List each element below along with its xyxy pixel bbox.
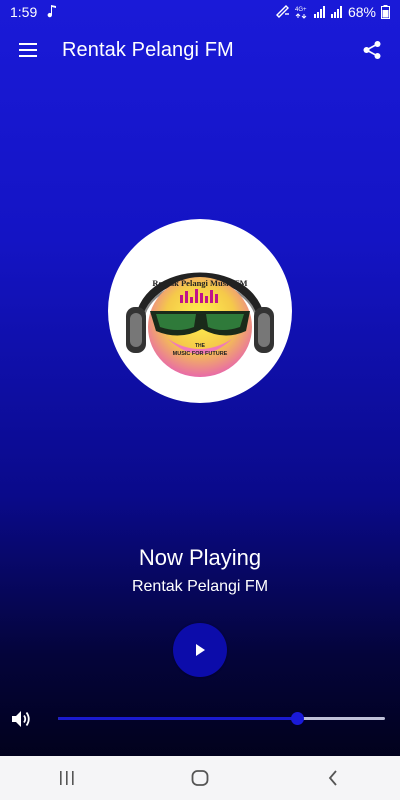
app-bar: Rentak Pelangi FM bbox=[0, 24, 400, 76]
4g-icon: 4G+ bbox=[295, 5, 309, 19]
play-button[interactable] bbox=[173, 623, 227, 677]
wifi-calling-icon bbox=[275, 5, 290, 19]
back-icon[interactable] bbox=[313, 758, 353, 798]
volume-slider-thumb[interactable] bbox=[290, 712, 304, 725]
signal-icon bbox=[330, 6, 343, 18]
volume-control bbox=[0, 704, 400, 734]
system-nav-bar bbox=[0, 756, 400, 800]
app-title: Rentak Pelangi FM bbox=[62, 38, 234, 61]
logo-tagline-1: THE bbox=[195, 343, 206, 349]
volume-icon[interactable] bbox=[10, 708, 34, 730]
network-label: 4G+ bbox=[295, 7, 307, 13]
status-time: 1:59 bbox=[10, 4, 38, 20]
music-note-icon bbox=[47, 4, 57, 21]
home-icon[interactable] bbox=[180, 758, 220, 798]
recent-apps-icon[interactable] bbox=[47, 758, 87, 798]
battery-percent: 68% bbox=[347, 4, 376, 20]
volume-slider-fill bbox=[58, 717, 297, 720]
status-bar: 1:59 4G+ 68% bbox=[0, 0, 400, 24]
now-playing-heading: Now Playing bbox=[138, 545, 262, 570]
logo-text: Rentak Pelangi Music FM bbox=[152, 278, 247, 288]
hamburger-menu-icon[interactable] bbox=[16, 38, 40, 62]
station-logo: Rentak Pelangi Music FM THE MUSIC FOR FU… bbox=[108, 219, 292, 403]
share-icon[interactable] bbox=[360, 38, 384, 62]
signal-icon bbox=[313, 6, 326, 18]
station-name: Rentak Pelangi FM bbox=[131, 578, 269, 595]
battery-icon bbox=[381, 5, 390, 19]
volume-slider[interactable] bbox=[58, 712, 385, 725]
logo-tagline-2: MUSIC FOR FUTURE bbox=[173, 351, 228, 357]
play-icon bbox=[196, 644, 205, 656]
